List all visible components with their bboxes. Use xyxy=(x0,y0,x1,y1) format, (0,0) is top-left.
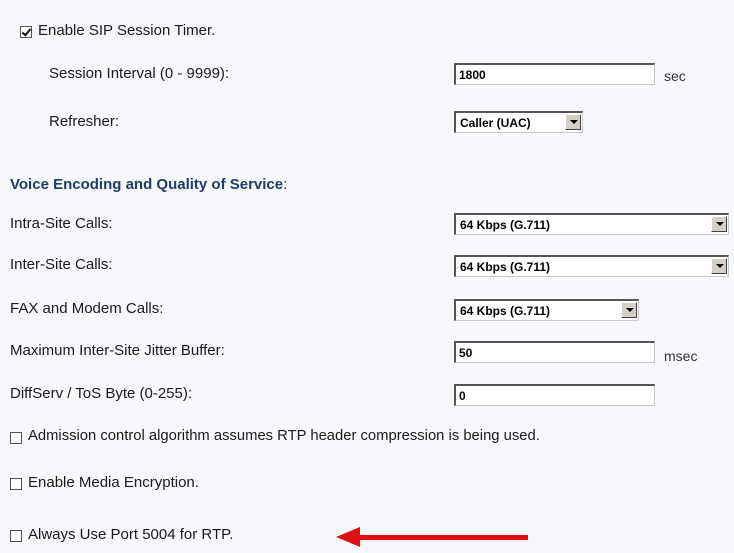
refresher-label: Refresher: xyxy=(49,113,120,130)
session-interval-label: Session Interval (0 - 9999): xyxy=(49,65,230,82)
refresher-select-value: Caller (UAC) xyxy=(460,116,531,130)
chevron-down-icon[interactable] xyxy=(565,114,581,130)
session-interval-unit: sec xyxy=(664,68,686,84)
fax-modem-calls-value: 64 Kbps (G.711) xyxy=(460,304,551,318)
intra-site-calls-label: Intra-Site Calls: xyxy=(10,215,113,232)
admission-control-label: Admission control algorithm assumes RTP … xyxy=(28,428,540,444)
chevron-down-icon[interactable] xyxy=(711,216,727,232)
voice-section-title-colon: : xyxy=(283,176,288,193)
section-title: Voice Encoding and Quality of Service: xyxy=(10,176,287,193)
diffserv-label: DiffServ / ToS Byte (0-255): xyxy=(10,385,193,402)
inter-site-calls-select[interactable]: 64 Kbps (G.711) xyxy=(454,255,729,277)
arrow-head-icon xyxy=(336,527,360,547)
chevron-down-icon[interactable] xyxy=(711,258,727,274)
fax-modem-calls-label: FAX and Modem Calls: xyxy=(10,300,164,317)
arrow-shaft xyxy=(358,535,528,540)
chevron-down-icon[interactable] xyxy=(621,302,637,318)
enable-session-timer-checkbox[interactable] xyxy=(20,26,32,38)
inter-site-calls-label: Inter-Site Calls: xyxy=(10,256,113,273)
jitter-buffer-label: Maximum Inter-Site Jitter Buffer: xyxy=(10,342,225,359)
media-encryption-checkbox[interactable] xyxy=(10,478,22,490)
intra-site-calls-value: 64 Kbps (G.711) xyxy=(460,218,551,232)
diffserv-input[interactable]: 0 xyxy=(454,384,655,406)
refresher-select[interactable]: Caller (UAC) xyxy=(454,111,583,133)
voice-section-title: Voice Encoding and Quality of Service xyxy=(10,176,284,193)
enable-session-timer-label: Enable SIP Session Timer. xyxy=(38,22,216,39)
media-encryption-label: Enable Media Encryption. xyxy=(28,474,199,491)
inter-site-calls-value: 64 Kbps (G.711) xyxy=(460,260,551,274)
jitter-buffer-input[interactable]: 50 xyxy=(454,341,655,363)
port-5004-checkbox[interactable] xyxy=(10,530,22,542)
intra-site-calls-select[interactable]: 64 Kbps (G.711) xyxy=(454,213,729,235)
fax-modem-calls-select[interactable]: 64 Kbps (G.711) xyxy=(454,299,639,321)
port-5004-label: Always Use Port 5004 for RTP. xyxy=(28,526,234,543)
session-interval-input[interactable]: 1800 xyxy=(454,63,655,85)
admission-control-checkbox[interactable] xyxy=(10,432,22,444)
jitter-buffer-unit: msec xyxy=(664,348,698,364)
